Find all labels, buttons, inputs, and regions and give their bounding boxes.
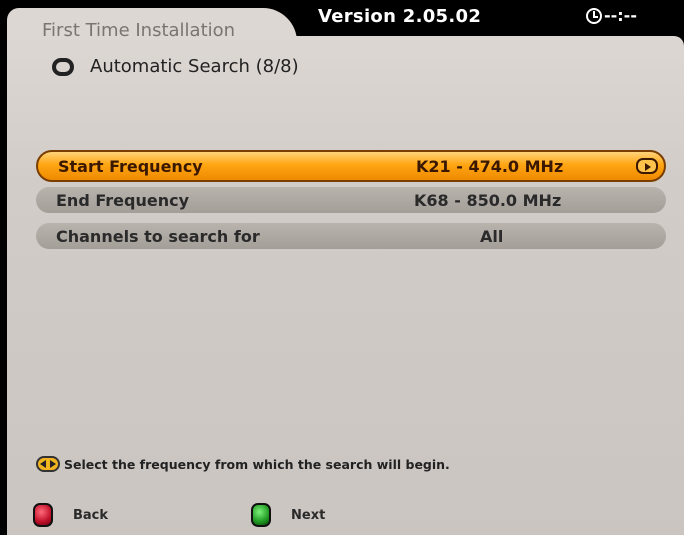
green-button-icon (251, 503, 271, 527)
version-label: Version 2.05.02 (318, 6, 482, 27)
clock-icon (586, 7, 602, 24)
setting-value: K21 - 474.0 MHz (416, 156, 564, 176)
back-label: Back (73, 507, 109, 523)
setting-row-channels[interactable]: Channels to search for All (36, 223, 666, 249)
next-button[interactable]: Next (251, 503, 325, 527)
setting-value: K68 - 850.0 MHz (414, 190, 562, 210)
search-cycle-icon (52, 57, 74, 76)
red-button-icon (33, 503, 53, 527)
back-button[interactable]: Back (33, 503, 108, 527)
setting-value: All (480, 226, 504, 246)
hint-line: Select the frequency from which the sear… (36, 456, 450, 472)
hint-text: Select the frequency from which the sear… (64, 456, 450, 472)
next-label: Next (291, 507, 326, 523)
clock-time: --:-- (604, 6, 637, 25)
setting-row-start-frequency[interactable]: Start Frequency K21 - 474.0 MHz (36, 150, 666, 182)
page-heading: Automatic Search (8/8) (52, 56, 299, 77)
right-arrow-icon[interactable] (636, 158, 658, 174)
left-right-arrows-icon (36, 456, 60, 472)
setting-row-end-frequency[interactable]: End Frequency K68 - 850.0 MHz (36, 187, 666, 213)
setting-label: Channels to search for (56, 226, 260, 246)
app-title: First Time Installation (42, 20, 236, 41)
setting-label: End Frequency (56, 190, 189, 210)
setting-label: Start Frequency (58, 156, 203, 176)
clock: --:-- (586, 6, 637, 25)
page-title: Automatic Search (8/8) (90, 56, 299, 77)
